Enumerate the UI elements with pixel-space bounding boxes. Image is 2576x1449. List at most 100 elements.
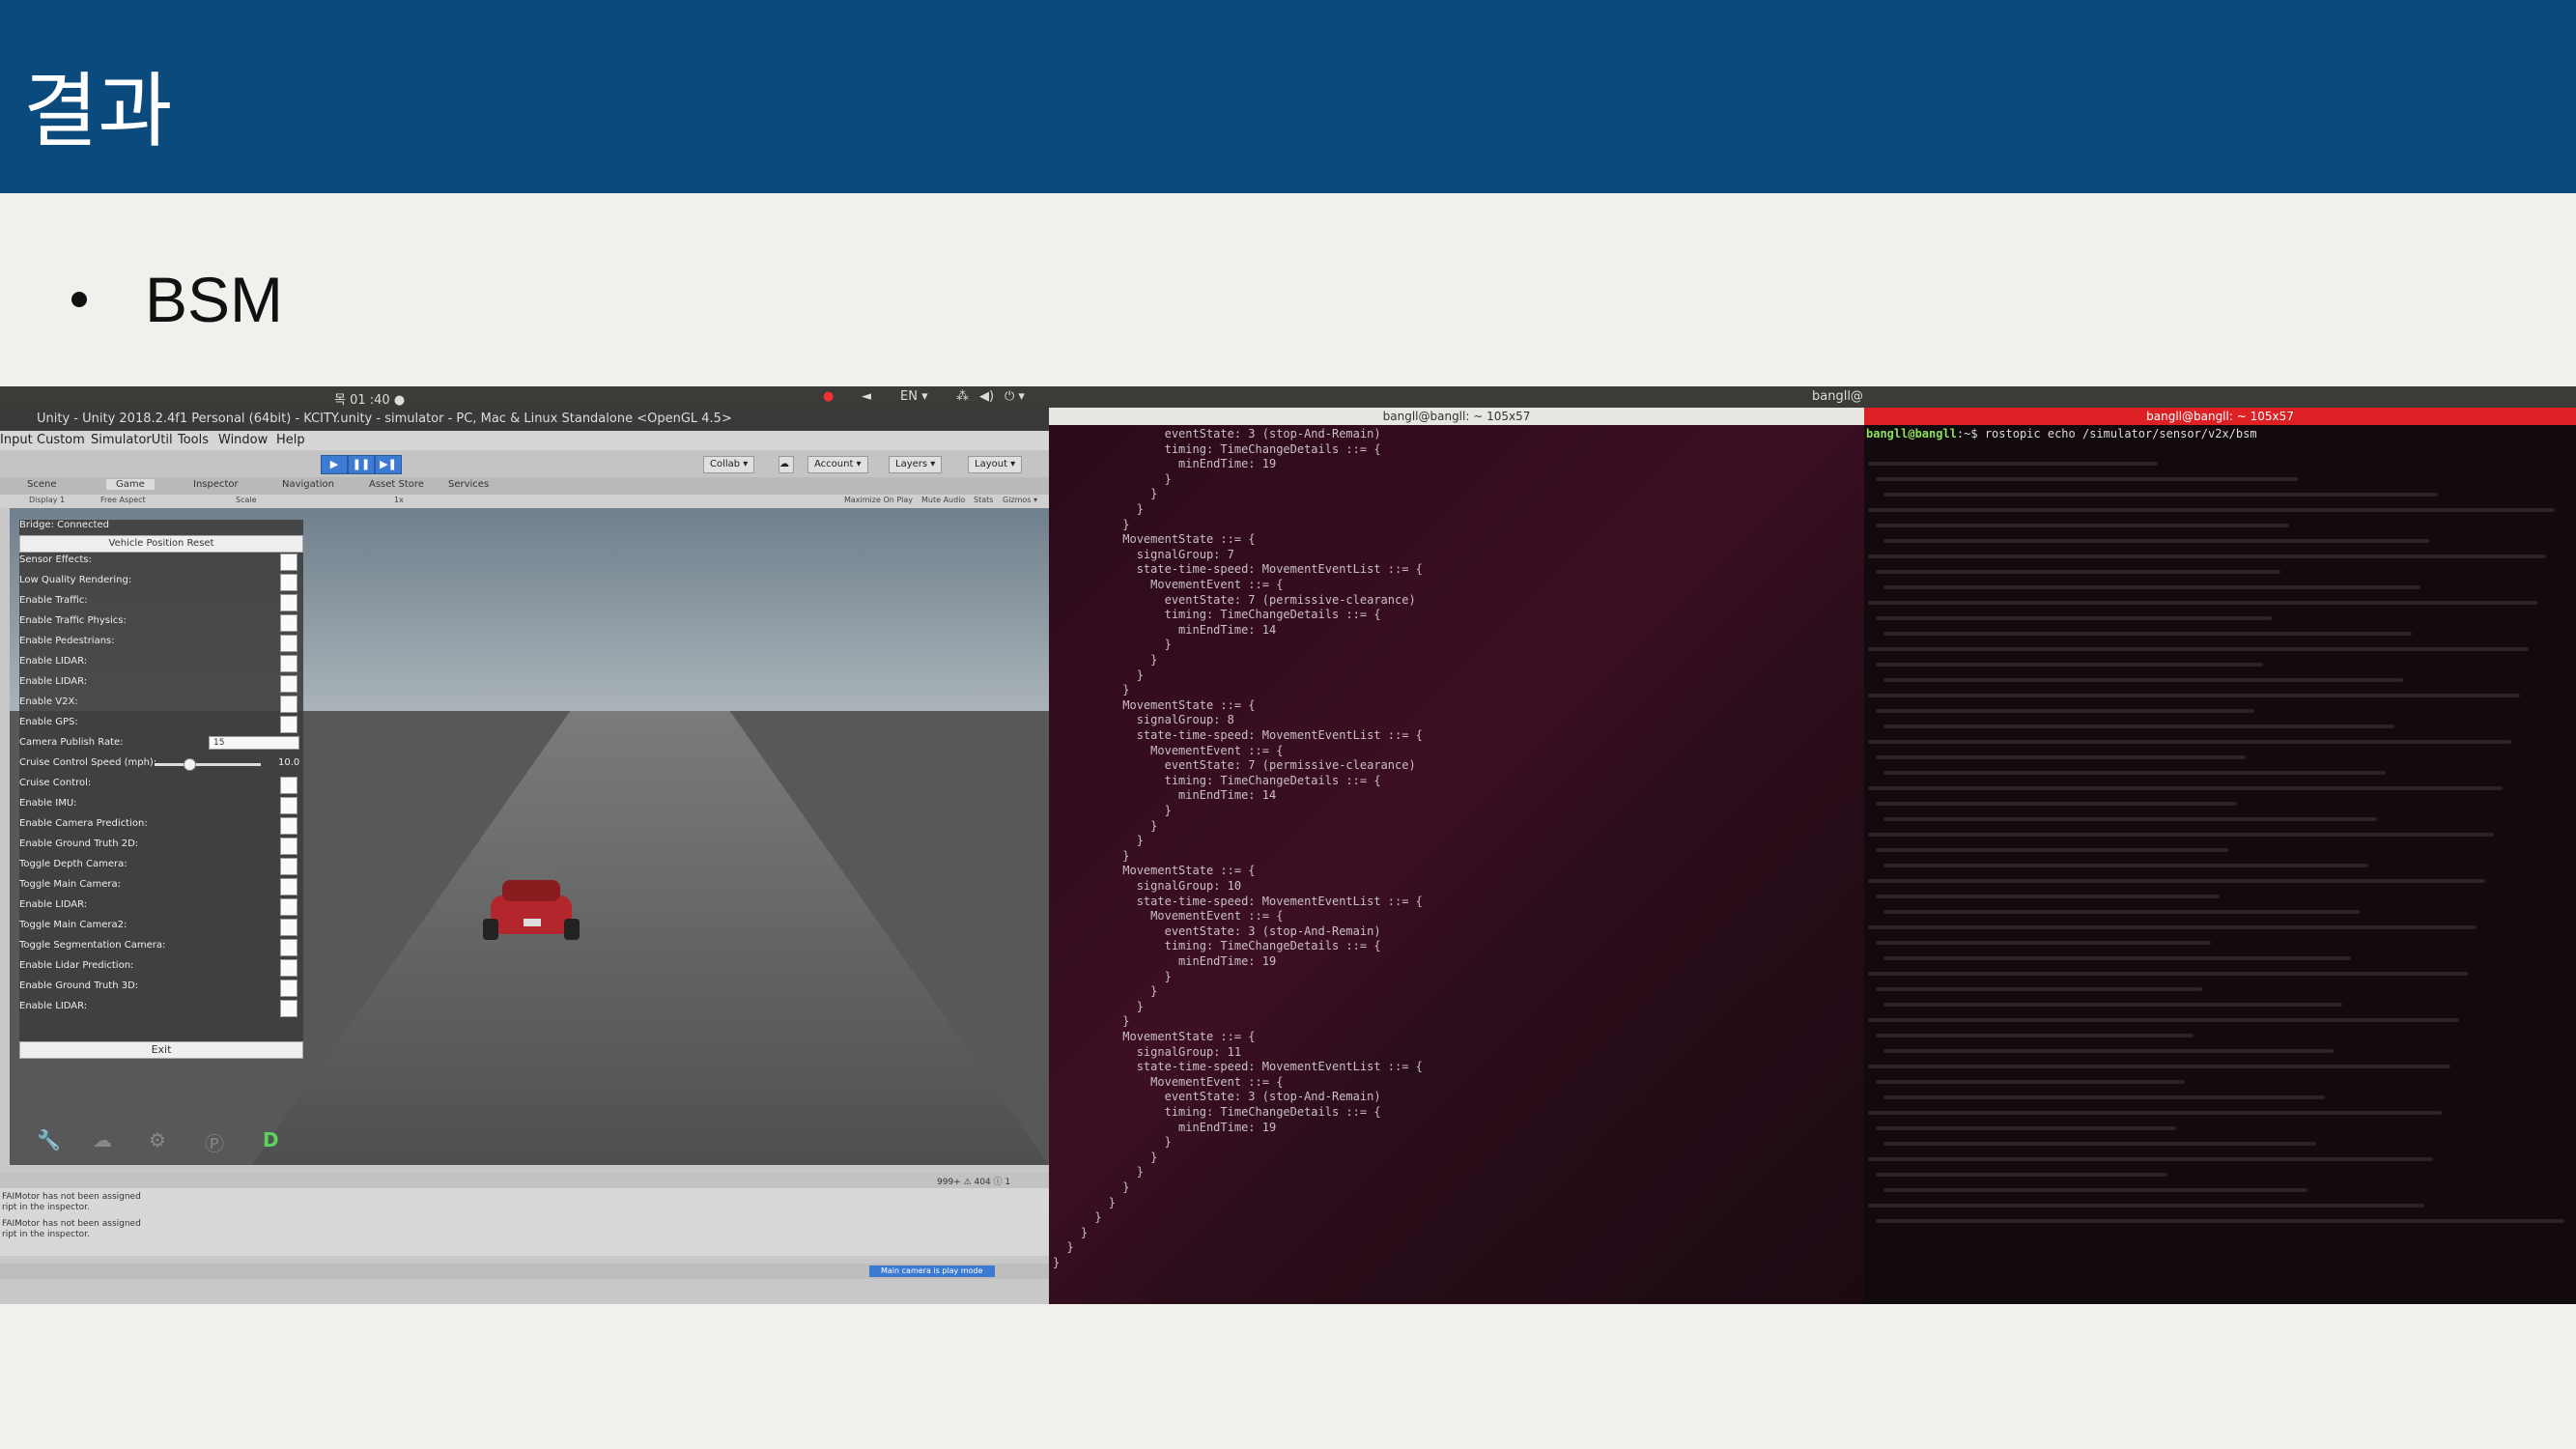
hud-toolbar: 🔧 ☁ ⚙ Ⓟ D <box>19 1122 309 1157</box>
option-label: Low Quality Rendering: <box>19 575 132 585</box>
terminal-line: MovementState ::= { <box>1053 864 1256 878</box>
option-checkbox[interactable] <box>280 696 297 713</box>
cruise-speed-slider-handle[interactable] <box>184 758 196 771</box>
blurred-text-line <box>1876 616 2272 620</box>
console-message[interactable]: ript in the inspector. <box>2 1230 90 1239</box>
terminal-line: eventState: 7 (permissive-clearance) <box>1053 592 1416 607</box>
record-icon[interactable]: ● <box>823 389 834 404</box>
option-checkbox[interactable] <box>280 858 297 875</box>
maximize-on-play-toggle[interactable]: Maximize On Play <box>844 496 913 504</box>
terminal-window-bsm[interactable]: bangll@bangll: ~ 105x57 bangll@bangll:~$… <box>1864 408 2576 1304</box>
volume-icon[interactable]: ◀) <box>979 389 994 404</box>
console-message[interactable]: FAIMotor has not been assigned <box>2 1192 141 1202</box>
terminal-line: timing: TimeChangeDetails ::= { <box>1053 939 1381 953</box>
console-panel: 999+ ⚠ 404 ⓘ 1 FAIMotor has not been ass… <box>0 1173 1049 1256</box>
play-button[interactable]: ▶ <box>321 455 348 474</box>
blurred-text-line <box>1876 663 2263 667</box>
steering-icon[interactable]: ⚙ <box>149 1128 166 1151</box>
console-message[interactable]: ript in the inspector. <box>2 1203 90 1212</box>
option-checkbox[interactable] <box>280 594 297 611</box>
blurred-text-line <box>1868 694 2520 697</box>
tab-asset-store[interactable]: Asset Store <box>369 479 424 490</box>
terminal-line: } <box>1053 1165 1144 1179</box>
option-checkbox[interactable] <box>280 980 297 997</box>
terminal-line: } <box>1053 804 1172 817</box>
option-row: Toggle Main Camera2: <box>19 918 303 936</box>
pause-button[interactable]: ❚❚ <box>348 455 375 474</box>
mute-audio-toggle[interactable]: Mute Audio <box>921 496 965 504</box>
blurred-text-line <box>1876 477 2298 481</box>
option-checkbox[interactable] <box>280 919 297 936</box>
parking-icon[interactable]: Ⓟ <box>205 1128 224 1156</box>
terminal-line: } <box>1053 848 1130 863</box>
option-label: Enable Camera Prediction: <box>19 818 148 829</box>
tab-navigation[interactable]: Navigation <box>282 479 334 490</box>
menu-tools[interactable]: Tools <box>178 433 209 447</box>
option-checkbox[interactable] <box>280 959 297 977</box>
option-checkbox[interactable] <box>280 635 297 652</box>
option-checkbox[interactable] <box>280 898 297 916</box>
aspect-select[interactable]: Free Aspect <box>100 496 146 504</box>
option-checkbox[interactable] <box>280 675 297 693</box>
menu-input[interactable]: Input <box>0 433 33 447</box>
option-checkbox[interactable] <box>280 1000 297 1017</box>
blurred-text-line <box>1868 1065 2450 1068</box>
drive-icon[interactable]: D <box>263 1128 279 1151</box>
option-checkbox[interactable] <box>280 838 297 855</box>
option-label: Enable Pedestrians: <box>19 636 115 646</box>
layers-button[interactable]: Layers ▾ <box>889 456 943 473</box>
tab-services[interactable]: Services <box>448 479 489 490</box>
gizmos-select[interactable]: Gizmos ▾ <box>1003 496 1037 504</box>
terminal-window-spat[interactable]: bangll@bangll: ~ 105x57 eventState: 3 (s… <box>1049 408 1864 1304</box>
tab-game[interactable]: Game <box>106 479 155 490</box>
camera-publish-rate-input[interactable]: 15 <box>209 736 299 750</box>
blurred-text-line <box>1876 895 2220 898</box>
option-checkbox[interactable] <box>280 878 297 895</box>
power-icon[interactable]: ⏻ ▾ <box>1005 389 1025 404</box>
option-checkbox[interactable] <box>280 554 297 571</box>
option-checkbox[interactable] <box>280 817 297 835</box>
blurred-text-line <box>1876 1034 2194 1037</box>
menu-simulatorutil[interactable]: SimulatorUtil <box>91 433 173 447</box>
bullet-item: BSM <box>71 263 283 336</box>
console-message[interactable]: FAIMotor has not been assigned <box>2 1219 141 1229</box>
terminal-command-line[interactable]: bangll@bangll:~$ rostopic echo /simulato… <box>1866 427 2257 440</box>
option-checkbox[interactable] <box>280 614 297 632</box>
step-button[interactable]: ▶❚ <box>375 455 402 474</box>
account-button[interactable]: Account ▾ <box>807 456 868 473</box>
stats-toggle[interactable]: Stats <box>974 496 993 504</box>
blurred-text-line <box>1868 554 2546 558</box>
blurred-text-line <box>1876 524 2289 527</box>
tab-scene[interactable]: Scene <box>27 479 57 490</box>
option-checkbox[interactable] <box>280 574 297 591</box>
menu-help[interactable]: Help <box>276 433 305 447</box>
vscode-icon[interactable]: ◄ <box>862 389 871 404</box>
console-counts[interactable]: 999+ ⚠ 404 ⓘ 1 <box>937 1175 1010 1187</box>
cloud-icon[interactable]: ☁ <box>93 1128 112 1151</box>
wrench-icon[interactable]: 🔧 <box>37 1128 61 1151</box>
layout-button[interactable]: Layout ▾ <box>968 456 1023 473</box>
system-clock[interactable]: 목 01 :40 ● <box>334 389 405 408</box>
option-row: Toggle Segmentation Camera: <box>19 938 303 956</box>
blurred-text-line <box>1868 1018 2459 1022</box>
terminal-line: MovementState ::= { <box>1053 1030 1256 1043</box>
network-icon[interactable]: ⁂ <box>956 389 969 404</box>
menu-window[interactable]: Window <box>218 433 268 447</box>
option-checkbox[interactable] <box>280 777 297 794</box>
option-checkbox[interactable] <box>280 716 297 733</box>
terminal-line: eventState: 3 (stop-And-Remain) <box>1053 427 1381 440</box>
option-checkbox[interactable] <box>280 655 297 672</box>
cruise-speed-slider[interactable] <box>155 763 261 766</box>
option-checkbox[interactable] <box>280 797 297 814</box>
blurred-text-line <box>1883 864 2368 867</box>
tab-inspector[interactable]: Inspector <box>193 479 239 490</box>
menu-custom[interactable]: Custom <box>37 433 85 447</box>
option-label: Enable LIDAR: <box>19 899 88 910</box>
option-checkbox[interactable] <box>280 939 297 956</box>
collab-button[interactable]: Collab ▾ <box>703 456 755 473</box>
language-selector[interactable]: EN ▾ <box>900 389 928 404</box>
exit-button[interactable]: Exit <box>19 1041 303 1059</box>
cloud-icon[interactable]: ☁ <box>778 456 794 473</box>
display-select[interactable]: Display 1 <box>29 496 65 504</box>
vehicle-position-reset-button[interactable]: Vehicle Position Reset <box>19 535 303 553</box>
